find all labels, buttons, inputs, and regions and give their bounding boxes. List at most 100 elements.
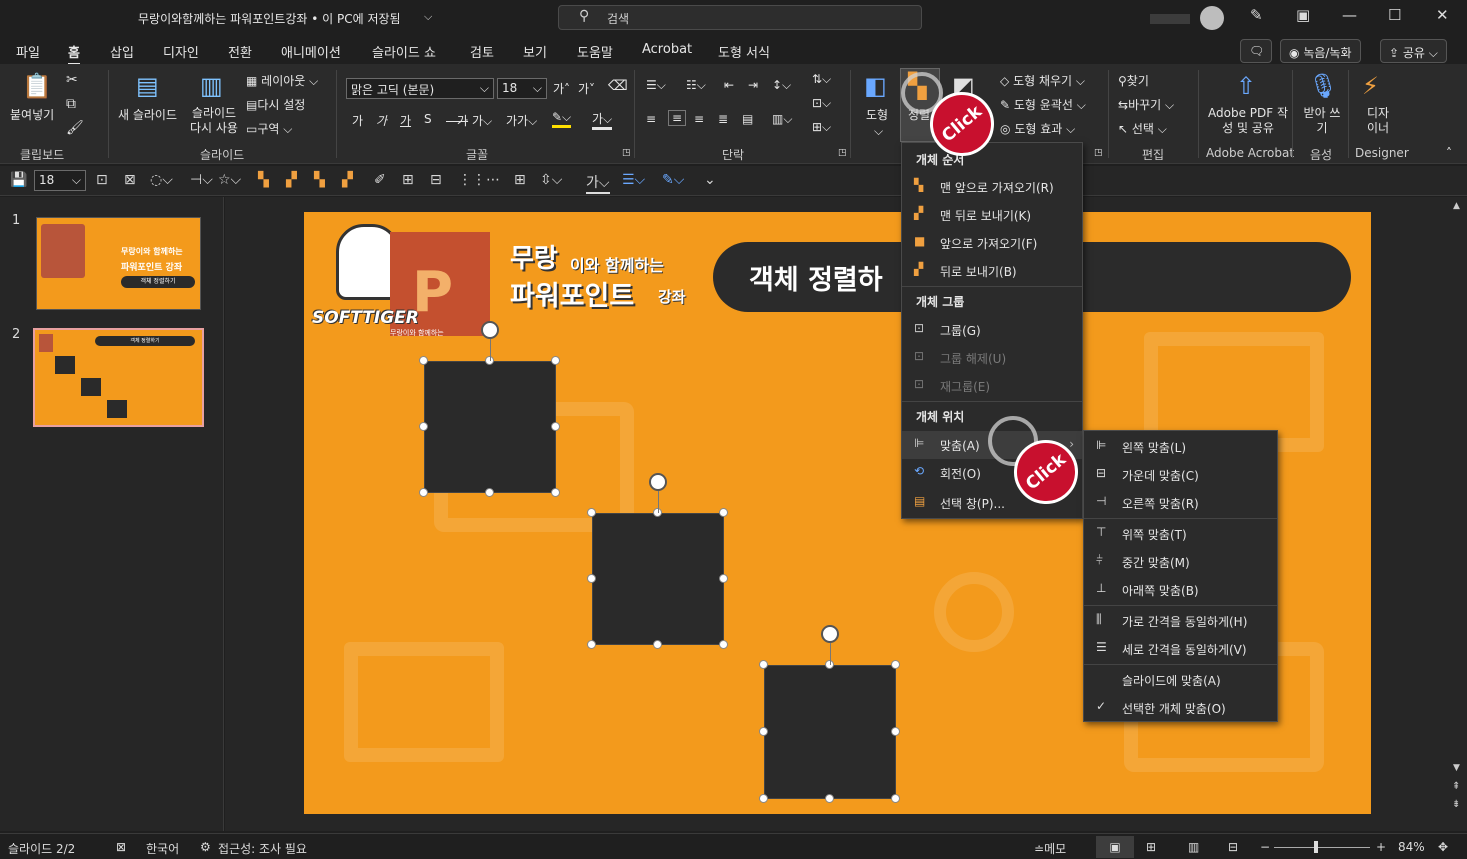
- scroll-down-icon[interactable]: ▼: [1453, 763, 1460, 773]
- format-painter-icon[interactable]: 🖌: [66, 120, 84, 136]
- share-button[interactable]: ⇪ 공유 ⌵: [1380, 39, 1447, 63]
- line-spacing-icon[interactable]: ↕⌵: [772, 78, 791, 93]
- strike-icon[interactable]: ᅟ가: [446, 112, 468, 129]
- resize-handle[interactable]: [891, 794, 900, 803]
- decrease-indent-icon[interactable]: ⇤: [724, 78, 734, 92]
- comments-button[interactable]: 🗨: [1240, 39, 1272, 63]
- submenu-item-align-right[interactable]: ⊣ 오른쪽 맞춤(R): [1084, 489, 1277, 515]
- char-spacing-icon[interactable]: 가⌵: [472, 112, 492, 129]
- bring-to-front-icon[interactable]: ▚: [258, 172, 269, 188]
- bring-forward-icon[interactable]: ▚: [314, 172, 325, 188]
- microphone-icon[interactable]: 🎙: [1308, 72, 1338, 100]
- reuse-slides-button[interactable]: 슬라이드 다시 사용: [186, 106, 242, 136]
- shrink-font-icon[interactable]: 가˅: [578, 80, 595, 97]
- font-color-icon[interactable]: 가⌵: [586, 172, 610, 194]
- resize-handle[interactable]: [759, 727, 768, 736]
- tab-transitions[interactable]: 전환: [228, 42, 252, 61]
- edit-points-icon[interactable]: ⊠: [124, 172, 136, 188]
- resize-handle[interactable]: [759, 660, 768, 669]
- rotate-handle-icon[interactable]: [649, 473, 667, 491]
- tab-home[interactable]: 홈: [68, 42, 80, 65]
- minimize-icon[interactable]: —: [1342, 6, 1357, 24]
- maximize-icon[interactable]: ☐: [1388, 6, 1401, 24]
- shadow-icon[interactable]: S: [424, 112, 432, 126]
- tab-insert[interactable]: 삽입: [110, 42, 134, 61]
- guides-icon[interactable]: ⊞: [514, 172, 526, 188]
- resize-handle[interactable]: [719, 508, 728, 517]
- change-case-icon[interactable]: 가가⌵: [506, 112, 537, 129]
- dictate-button[interactable]: 받아 쓰기: [1300, 106, 1344, 136]
- reset-button[interactable]: ▤다시 설정: [246, 96, 305, 113]
- pen-icon[interactable]: ✎: [1250, 6, 1263, 24]
- resize-handle[interactable]: [653, 640, 662, 649]
- avatar[interactable]: [1200, 6, 1224, 30]
- shape-fill-button[interactable]: ◇ 도형 채우기 ⌵: [1000, 72, 1085, 89]
- prev-slide-icon[interactable]: ⇞: [1452, 781, 1460, 792]
- align-right-icon[interactable]: ≡: [694, 112, 704, 126]
- resize-handle[interactable]: [825, 794, 834, 803]
- submenu-item-align-bottom[interactable]: ⊥ 아래쪽 맞춤(B): [1084, 576, 1277, 602]
- submenu-item-align-middle[interactable]: ⫩ 중간 맞춤(M): [1084, 548, 1277, 574]
- menu-item-bring-to-front[interactable]: ▚ 맨 앞으로 가져오기(R): [902, 173, 1082, 199]
- submenu-item-align-selected[interactable]: ✓ 선택한 개체 맞춤(O): [1084, 694, 1277, 720]
- submenu-item-align-to-slide[interactable]: 슬라이드에 맞춤(A): [1084, 666, 1277, 692]
- tab-animations[interactable]: 애니메이션: [281, 42, 341, 61]
- submenu-item-align-top[interactable]: ⊤ 위쪽 맞춤(T): [1084, 520, 1277, 546]
- send-backward-icon[interactable]: ▞: [342, 172, 353, 188]
- menu-item-bring-forward[interactable]: ■ 앞으로 가져오기(F): [902, 229, 1082, 255]
- tab-slideshow[interactable]: 슬라이드 쇼: [372, 42, 436, 61]
- resize-handle[interactable]: [419, 422, 428, 431]
- shape-effects-button[interactable]: ◎ 도형 효과 ⌵: [1000, 120, 1075, 137]
- resize-handle[interactable]: [419, 356, 428, 365]
- search-box[interactable]: ⚲ 검색: [558, 5, 922, 30]
- new-slide-icon[interactable]: ▤: [136, 72, 159, 100]
- designer-icon[interactable]: ⚡: [1362, 72, 1379, 100]
- vertical-scrollbar[interactable]: ▲ ▼ ⇞ ⇟: [1449, 197, 1467, 831]
- notes-button[interactable]: ≐메모: [1034, 840, 1066, 857]
- resize-handle[interactable]: [587, 640, 596, 649]
- menu-item-send-backward[interactable]: ▞ 뒤로 보내기(B): [902, 257, 1082, 283]
- line-weight-icon[interactable]: ☰⌵: [622, 172, 645, 188]
- distributed-icon[interactable]: ▤: [742, 112, 753, 126]
- tab-acrobat[interactable]: Acrobat: [642, 42, 692, 57]
- tab-design[interactable]: 디자인: [163, 42, 199, 61]
- spellcheck-icon[interactable]: ⊠: [116, 840, 126, 854]
- next-slide-icon[interactable]: ⇟: [1452, 799, 1460, 810]
- align-text-icon[interactable]: ⊡⌵: [812, 96, 831, 111]
- find-button[interactable]: ⚲찾기: [1118, 72, 1149, 89]
- language-indicator[interactable]: 한국어: [146, 840, 179, 857]
- rotate-handle-icon[interactable]: [481, 321, 499, 339]
- scroll-up-icon[interactable]: ▲: [1453, 201, 1460, 211]
- send-to-back-icon[interactable]: ▞: [286, 172, 297, 188]
- tab-shape-format[interactable]: 도형 서식: [718, 42, 770, 61]
- submenu-item-distribute-vertically[interactable]: ☰ 세로 간격을 동일하게(V): [1084, 635, 1277, 661]
- adobe-pdf-button[interactable]: Adobe PDF 작성 및 공유: [1208, 106, 1288, 136]
- resize-handle[interactable]: [551, 488, 560, 497]
- shapes-icon[interactable]: ◧: [864, 72, 887, 100]
- align-left-icon[interactable]: ≡: [646, 112, 656, 126]
- accessibility-icon[interactable]: ⚙: [200, 840, 211, 854]
- layout-button[interactable]: ▦ 레이아웃 ⌵: [246, 72, 318, 89]
- zoom-level[interactable]: 84%: [1398, 840, 1425, 854]
- paste-button[interactable]: 붙여넣기: [10, 106, 54, 123]
- italic-icon[interactable]: 가: [376, 112, 387, 129]
- smartart-icon[interactable]: ⊞⌵: [812, 120, 831, 135]
- zoom-out-icon[interactable]: −: [1260, 840, 1270, 854]
- numbering-icon[interactable]: ☷⌵: [686, 78, 706, 93]
- bold-icon[interactable]: 가: [352, 112, 363, 129]
- resize-handle[interactable]: [759, 794, 768, 803]
- shape-outline-button[interactable]: ✎ 도형 윤곽선 ⌵: [1000, 96, 1086, 113]
- zoom-in-icon[interactable]: +: [1376, 840, 1386, 854]
- shape-select-icon[interactable]: ◌⌵: [150, 172, 173, 188]
- text-box-icon[interactable]: ⊡: [96, 172, 108, 188]
- tab-review[interactable]: 검토: [470, 42, 494, 61]
- columns-icon[interactable]: ▥⌵: [772, 112, 792, 127]
- resize-handle[interactable]: [719, 574, 728, 583]
- sort-icon[interactable]: ⇳⌵: [540, 172, 562, 188]
- grid-icon[interactable]: ⊟: [430, 172, 442, 188]
- submenu-item-distribute-horizontally[interactable]: ⫼ 가로 간격을 동일하게(H): [1084, 607, 1277, 633]
- resize-handle[interactable]: [891, 727, 900, 736]
- table-icon[interactable]: ⊞: [402, 172, 414, 188]
- pen-color-icon[interactable]: ✎⌵: [662, 172, 684, 188]
- columns-icon[interactable]: ⋮⋮: [458, 172, 486, 188]
